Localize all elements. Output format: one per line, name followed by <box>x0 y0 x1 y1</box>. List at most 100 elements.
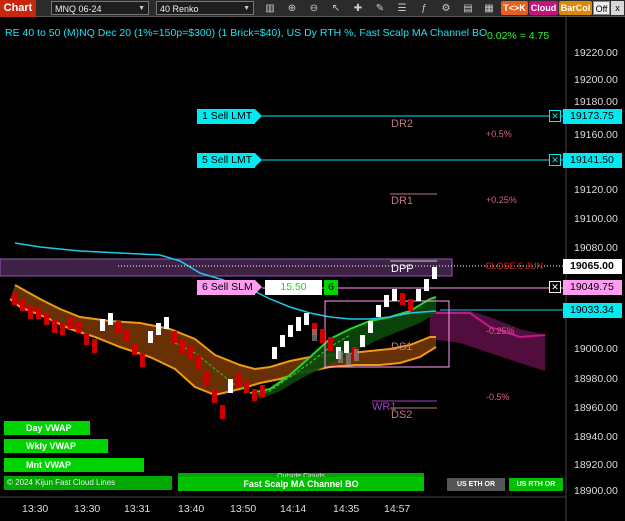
chart-tab-label[interactable]: Chart <box>0 0 36 17</box>
order-quantity-box[interactable]: 6 <box>324 280 338 295</box>
indicator-icon[interactable]: ƒ <box>416 1 432 16</box>
renko-brick-down <box>84 333 89 345</box>
templates-icon[interactable]: ▤ <box>460 1 476 16</box>
percent-readout: 0.02% = 4.75 <box>487 30 550 42</box>
renko-brick-up <box>368 321 373 333</box>
renko-brick-down <box>124 329 129 341</box>
cancel-order-icon[interactable]: ✕ <box>549 281 561 293</box>
renko-brick-up <box>100 319 105 331</box>
renko-brick-up <box>280 335 285 347</box>
pointer-icon[interactable]: ↖ <box>328 1 344 16</box>
properties-icon[interactable]: ⚙ <box>438 1 454 16</box>
tk-toggle-button[interactable]: T<>K <box>501 1 528 15</box>
y-tick: 19200.00 <box>574 74 618 86</box>
x-tick: 14:14 <box>280 503 307 515</box>
us-eth-or-button[interactable]: US ETH OR <box>447 478 505 491</box>
x-tick: 14:35 <box>333 503 360 515</box>
zoom-in-icon[interactable]: ⊕ <box>284 1 300 16</box>
renko-brick-up <box>148 331 153 343</box>
x-tick: 13:30 <box>22 503 49 515</box>
price-marker-sell-lmt-1: 19173.75 <box>563 109 622 124</box>
price-marker-sell-slm: 19049.75 <box>563 280 622 295</box>
renko-brick-faded <box>338 351 343 363</box>
order-tag-sell-lmt-5[interactable]: 5 Sell LMT <box>197 153 255 168</box>
x-tick: 13:31 <box>124 503 151 515</box>
dr1-label: DR1 <box>391 195 414 207</box>
renko-brick-down <box>204 371 209 385</box>
y-tick: 19000.00 <box>574 343 618 355</box>
renko-brick-up <box>228 379 233 393</box>
renko-brick-up <box>392 289 397 301</box>
renko-brick-down <box>20 299 25 311</box>
strategy-icon[interactable]: ☰ <box>394 1 410 16</box>
renko-brick-down <box>252 389 257 401</box>
dom-icon[interactable]: ▦ <box>481 1 497 16</box>
order-label: 1 Sell LMT <box>202 110 253 122</box>
renko-brick-down <box>60 323 65 335</box>
y-tick: 18960.00 <box>574 402 618 414</box>
wkly-vwap-button[interactable]: Wkly VWAP <box>4 439 108 453</box>
renko-brick-down <box>180 339 185 353</box>
barcol-toggle-button[interactable]: BarCol <box>559 1 592 15</box>
renko-brick-down <box>244 381 249 393</box>
bar-chart-icon[interactable]: ▥ <box>262 1 278 16</box>
mnt-vwap-button[interactable]: Mnt VWAP <box>4 458 144 472</box>
cancel-order-icon[interactable]: ✕ <box>549 154 561 166</box>
kijun-cloud-button[interactable]: © 2024 Kijun Fast Cloud Lines <box>4 476 172 490</box>
instrument-value: MNQ 06-24 <box>55 4 102 14</box>
close-icon[interactable]: x <box>611 1 624 15</box>
renko-brick-down <box>196 355 201 369</box>
renko-brick-down <box>36 307 41 319</box>
y-tick: 18900.00 <box>574 485 618 497</box>
off-toggle-button[interactable]: Off <box>593 1 610 15</box>
order-tag-sell-lmt-1[interactable]: 1 Sell LMT <box>197 109 255 124</box>
price-chart[interactable]: RE 40 to 50 (M)NQ Dec 20 (1%=150p=$300) … <box>0 17 625 521</box>
x-tick: 13:30 <box>74 503 101 515</box>
cloud-toggle-button[interactable]: Cloud <box>529 1 558 15</box>
renko-brick-up <box>360 335 365 347</box>
renko-brick-up <box>156 323 161 335</box>
instrument-select[interactable]: MNQ 06-24 ▼ <box>51 1 149 15</box>
renko-brick-down <box>188 345 193 359</box>
cancel-order-icon[interactable]: ✕ <box>549 110 561 122</box>
pct-label-plus-0-5: +0.5% <box>486 129 512 139</box>
renko-brick-faded <box>312 329 317 341</box>
fast-scalp-button[interactable]: Fast Scalp MA Channel BO <box>178 477 424 491</box>
kijun-cloud-right <box>430 311 545 371</box>
order-points-box: 15.50 <box>265 280 322 295</box>
dr2-label: DR2 <box>391 118 414 130</box>
renko-brick-up <box>164 317 169 329</box>
renko-brick-down <box>12 293 17 305</box>
order-tag-sell-slm[interactable]: 6 Sell SLM <box>197 280 255 295</box>
y-tick: 18980.00 <box>574 373 618 385</box>
renko-brick-up <box>304 313 309 325</box>
close-level-label: CLOSE 6 JUN <box>485 261 544 271</box>
crosshair-icon[interactable]: ✚ <box>350 1 366 16</box>
zoom-out-icon[interactable]: ⊖ <box>306 1 322 16</box>
pct-label-plus-0-25: +0.25% <box>486 195 517 205</box>
price-marker-ma: 19033.34 <box>563 303 622 318</box>
renko-brick-down <box>116 321 121 333</box>
y-tick: 18940.00 <box>574 431 618 443</box>
y-tick: 19080.00 <box>574 242 618 254</box>
chart-toolbar: Chart MNQ 06-24 ▼ 40 Renko ▼ ▥ ⊕ ⊖ ↖ ✚ ✎… <box>0 0 625 17</box>
renko-brick-down <box>172 331 177 343</box>
bar-type-select[interactable]: 40 Renko ▼ <box>156 1 254 15</box>
day-vwap-button[interactable]: Day VWAP <box>4 421 90 435</box>
ds2-label: DS2 <box>391 409 413 421</box>
renko-brick-up <box>108 313 113 325</box>
ds1-label: DS1 <box>391 341 413 353</box>
pct-label-minus-0-25: -0.25% <box>486 326 515 336</box>
order-arrow-icon <box>255 280 262 294</box>
renko-brick-down <box>212 389 217 403</box>
pivot-zone-band <box>0 258 453 277</box>
us-rth-or-button[interactable]: US RTH OR <box>509 478 563 491</box>
renko-brick-down <box>408 299 413 311</box>
renko-brick-up <box>416 289 421 301</box>
order-label: 5 Sell LMT <box>202 154 253 166</box>
renko-brick-down <box>320 329 325 343</box>
drawing-tool-icon[interactable]: ✎ <box>372 1 388 16</box>
renko-brick-down <box>132 343 137 355</box>
renko-brick-down <box>400 293 405 305</box>
x-tick: 13:50 <box>230 503 257 515</box>
